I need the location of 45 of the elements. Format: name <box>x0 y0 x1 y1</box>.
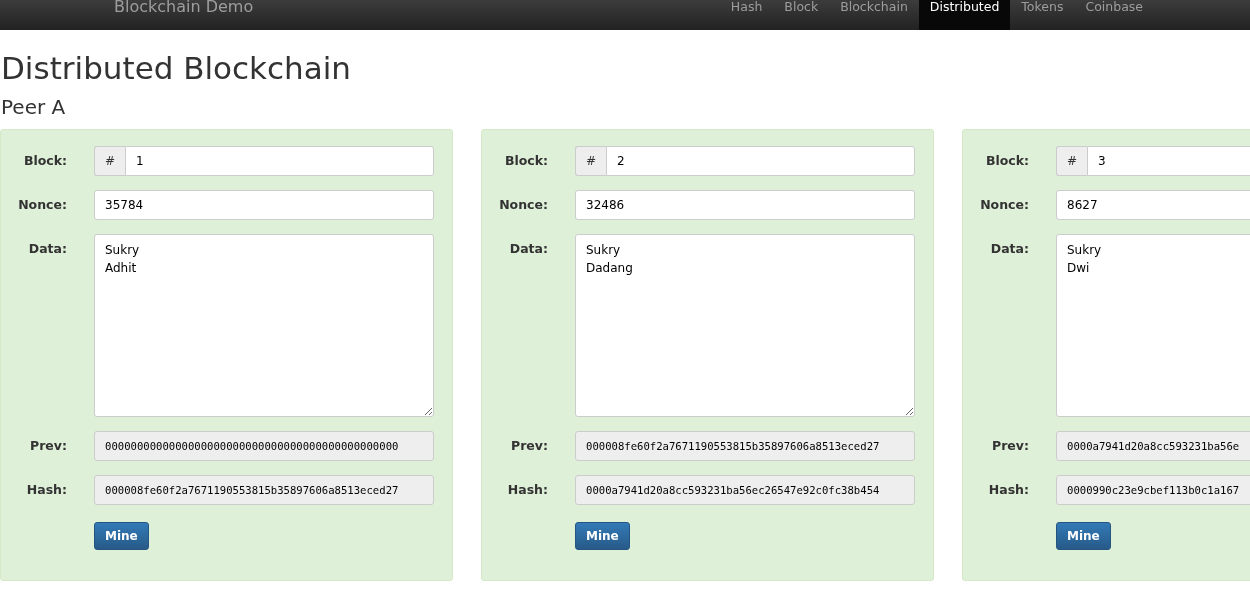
field-label: Data: <box>989 240 1029 258</box>
nav-tab[interactable]: Hash <box>719 0 774 30</box>
hash-field[interactable]: 000008fe60f2a7671190553815b35897606a8513eced27 <box>94 475 434 505</box>
brand-title[interactable]: Blockchain Demo <box>114 0 254 30</box>
prev-hash-field[interactable]: 0000000000000000000000000000000000000000000000 <box>94 431 434 461</box>
mine-button[interactable]: Mine <box>94 522 149 550</box>
prefix-addon: # <box>94 146 125 176</box>
nonce-field[interactable]: 8627 <box>1056 190 1250 220</box>
field-label: Block: <box>503 152 548 170</box>
nav-tab[interactable]: Block <box>773 0 830 30</box>
field-label: Prev: <box>991 437 1029 455</box>
block-number-field[interactable]: 3 <box>1087 146 1250 176</box>
nonce-field[interactable]: 35784 <box>94 190 434 220</box>
field-label: Prev: <box>510 437 548 455</box>
block-number-field[interactable]: 2 <box>606 146 915 176</box>
field-label: Nonce: <box>498 196 548 214</box>
prev-hash-field[interactable]: 000008fe60f2a7671190553815b35897606a8513eced27 <box>575 431 915 461</box>
peer-title: Peer A <box>1 95 67 119</box>
data-field[interactable]: Sukry Adhit <box>94 234 434 417</box>
field-label: Nonce: <box>979 196 1029 214</box>
field-label: Block: <box>22 152 67 170</box>
field-label: Hash: <box>987 481 1029 499</box>
field-label: Prev: <box>29 437 67 455</box>
prefix-addon: # <box>575 146 606 176</box>
page-title: Distributed Blockchain <box>1 50 353 86</box>
field-label: Hash: <box>25 481 67 499</box>
nonce-field[interactable]: 32486 <box>575 190 915 220</box>
nav-tab[interactable]: Distributed <box>918 0 1011 30</box>
hash-field[interactable]: 0000a7941d20a8cc593231ba56ec26547e92c0fc38b454 <box>575 475 915 505</box>
nav-tab[interactable]: Coinbase <box>1074 0 1154 30</box>
prev-hash-field[interactable]: 0000a7941d20a8cc593231ba56e <box>1056 431 1250 461</box>
data-field[interactable]: Sukry Dadang <box>575 234 915 417</box>
mine-button[interactable]: Mine <box>575 522 630 550</box>
field-label: Data: <box>27 240 67 258</box>
prefix-addon: # <box>1056 146 1087 176</box>
hash-field[interactable]: 0000990c23e9cbef113b0c1a167 <box>1056 475 1250 505</box>
nav-tab[interactable]: Blockchain <box>829 0 919 30</box>
field-label: Nonce: <box>17 196 67 214</box>
nav-tab[interactable]: Tokens <box>1010 0 1075 30</box>
field-label: Block: <box>984 152 1029 170</box>
mine-button[interactable]: Mine <box>1056 522 1111 550</box>
block-number-field[interactable]: 1 <box>125 146 434 176</box>
data-field[interactable]: Sukry Dwi <box>1056 234 1250 417</box>
field-label: Hash: <box>506 481 548 499</box>
field-label: Data: <box>508 240 548 258</box>
